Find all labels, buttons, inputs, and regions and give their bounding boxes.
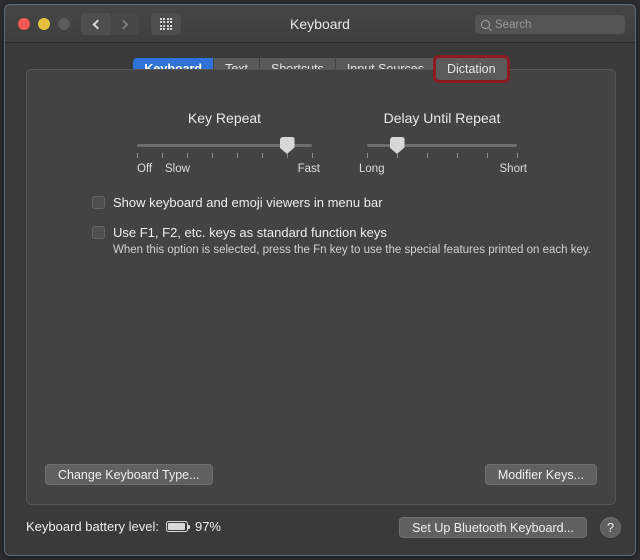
battery-fill xyxy=(167,523,186,530)
delay-until-repeat-ticks xyxy=(367,153,518,161)
key-repeat-label-fast: Fast xyxy=(297,163,320,175)
delay-until-repeat-thumb[interactable] xyxy=(389,137,405,154)
key-repeat-label-slow: Slow xyxy=(165,163,190,175)
checkbox-label-function-keys: Use F1, F2, etc. keys as standard functi… xyxy=(113,225,387,240)
key-repeat-title: Key Repeat xyxy=(187,110,262,126)
delay-label-long: Long xyxy=(359,163,385,175)
title-bar: Keyboard Search xyxy=(5,5,635,43)
footer-bar: Keyboard battery level: 97% Set Up Bluet… xyxy=(5,503,635,555)
key-repeat-label-off: Off xyxy=(137,163,153,175)
key-repeat-slider[interactable] xyxy=(137,137,312,154)
slider-tick xyxy=(517,153,518,158)
slider-tick xyxy=(237,153,238,158)
battery-label: Keyboard battery level: xyxy=(26,519,159,534)
battery-icon xyxy=(165,521,190,532)
delay-until-repeat-labels: Long Short xyxy=(359,163,527,177)
slider-tick xyxy=(457,153,458,158)
keyboard-settings-panel: Key Repeat Off Slow Fast Delay Until Rep… xyxy=(26,69,616,505)
delay-until-repeat-slider[interactable] xyxy=(367,137,517,154)
slider-tick xyxy=(427,153,428,158)
checkbox-emoji-viewers[interactable] xyxy=(92,196,105,209)
keyboard-battery-status: Keyboard battery level: 97% xyxy=(26,519,221,534)
function-keys-help-text: When this option is selected, press the … xyxy=(113,244,591,256)
setup-bluetooth-keyboard-button[interactable]: Set Up Bluetooth Keyboard... xyxy=(399,517,587,538)
tab-dictation[interactable]: Dictation xyxy=(432,55,510,83)
battery-percent: 97% xyxy=(194,519,221,534)
search-icon xyxy=(481,20,490,29)
keyboard-preferences-window: Keyboard Search Keyboard Text Shortcuts … xyxy=(4,4,636,556)
slider-tick xyxy=(287,153,288,158)
slider-tick xyxy=(212,153,213,158)
change-keyboard-type-button[interactable]: Change Keyboard Type... xyxy=(45,464,213,485)
search-placeholder: Search xyxy=(495,18,532,31)
key-repeat-ticks xyxy=(137,153,313,161)
slider-tick xyxy=(397,153,398,158)
slider-tick xyxy=(487,153,488,158)
search-input[interactable]: Search xyxy=(475,15,625,34)
help-button[interactable]: ? xyxy=(600,517,621,538)
modifier-keys-button[interactable]: Modifier Keys... xyxy=(484,464,597,485)
slider-tick xyxy=(187,153,188,158)
slider-tick xyxy=(262,153,263,158)
checkbox-row-function-keys[interactable]: Use F1, F2, etc. keys as standard functi… xyxy=(92,225,387,240)
key-repeat-thumb[interactable] xyxy=(279,137,295,154)
delay-until-repeat-title: Delay Until Repeat xyxy=(383,110,501,126)
checkbox-row-emoji-viewers[interactable]: Show keyboard and emoji viewers in menu … xyxy=(92,195,383,210)
slider-tick xyxy=(137,153,138,158)
delay-label-short: Short xyxy=(499,163,528,175)
key-repeat-slider-group: Key Repeat Off Slow Fast xyxy=(137,110,320,177)
slider-tick xyxy=(312,153,313,158)
key-repeat-labels: Off Slow Fast xyxy=(137,163,320,177)
checkbox-function-keys[interactable] xyxy=(92,226,105,239)
delay-until-repeat-slider-group: Delay Until Repeat Long Short xyxy=(359,110,527,177)
slider-tick xyxy=(162,153,163,158)
slider-tick xyxy=(367,153,368,158)
checkbox-label-emoji-viewers: Show keyboard and emoji viewers in menu … xyxy=(113,195,383,210)
